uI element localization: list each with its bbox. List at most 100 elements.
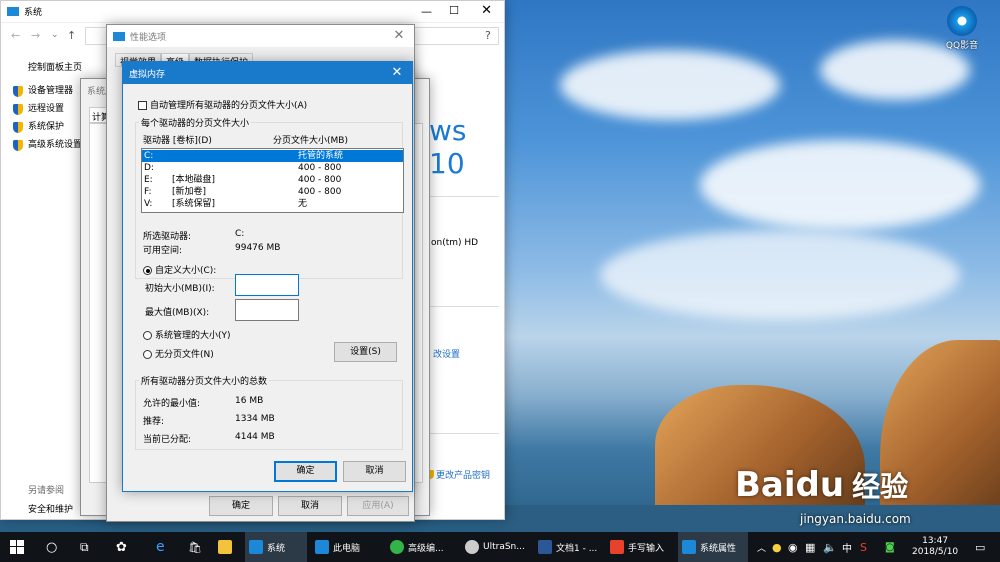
shield-icon [13, 139, 23, 151]
sea [500, 505, 1000, 532]
nav-back-icon[interactable]: ← [11, 29, 20, 42]
taskbar-app-this-pc[interactable]: 此电脑 [315, 532, 385, 562]
radio-dot[interactable] [143, 266, 152, 275]
taskbar-app-advanced[interactable]: 高级编... [390, 532, 458, 562]
nav-history-icon[interactable]: ⌄ [51, 30, 59, 40]
taskbar-app-word[interactable]: 文档1 - ... [538, 532, 606, 562]
link-advanced-settings[interactable]: 高级系统设置 [13, 137, 82, 153]
app-icon [390, 540, 404, 554]
initial-size-label: 初始大小(MB)(I): [145, 284, 215, 294]
qq-player-icon [947, 6, 977, 36]
clock-time: 13:47 [922, 536, 949, 546]
help-icon[interactable]: ? [485, 29, 491, 42]
no-paging-radio[interactable]: 无分页文件(N) [143, 347, 214, 360]
drive-row-v[interactable]: V: [系统保留] 无 [142, 198, 403, 210]
computer-icon [315, 540, 329, 554]
close-button[interactable]: ✕ [481, 3, 492, 18]
cancel-button[interactable]: 取消 [278, 496, 342, 516]
virtual-memory-dialog[interactable]: 虚拟内存 ✕ 自动管理所有驱动器的分页文件大小(A) 每个驱动器的分页文件大小 … [122, 61, 413, 492]
clock[interactable]: 13:47 2018/5/10 [912, 532, 958, 562]
control-panel-home-link[interactable]: 控制面板主页 [28, 60, 82, 73]
nav-up-icon[interactable]: ↑ [67, 29, 76, 42]
close-button[interactable]: ✕ [384, 25, 414, 47]
cloud [560, 50, 780, 120]
min-allowed-value: 16 MB [235, 396, 264, 406]
taskbar-app-system[interactable]: 系统 [245, 532, 307, 562]
set-button[interactable]: 设置(S) [334, 342, 397, 362]
tray-green-icon[interactable]: ◙ [885, 532, 895, 562]
cloud [600, 230, 960, 320]
col-header-size: 分页文件大小(MB) [273, 136, 348, 146]
link-system-protection[interactable]: 系统保护 [13, 119, 64, 135]
tray-qq-icon[interactable]: ◉ [788, 532, 798, 562]
checkbox-box[interactable] [138, 101, 147, 110]
auto-manage-checkbox[interactable]: 自动管理所有驱动器的分页文件大小(A) [138, 98, 307, 111]
titlebar[interactable]: 系统 — ☐ ✕ [1, 1, 504, 23]
sogou-icon [610, 540, 624, 554]
max-size-input[interactable] [235, 299, 299, 321]
change-settings-link[interactable]: 改设置 [433, 347, 460, 360]
computer-icon [249, 540, 263, 554]
taskbar-app-ultrasnap[interactable]: UltraSn... [465, 532, 533, 562]
max-size-label: 最大值(MB)(X): [145, 308, 210, 318]
close-button[interactable]: ✕ [382, 62, 412, 84]
start-button[interactable] [10, 532, 24, 562]
taskbar: ○ ⧉ ✿ e 🛍 系统 此电脑 高级编... UltraSn... 文档1 -… [0, 532, 1000, 562]
taskbar-app-handwriting[interactable]: 手写输入 [610, 532, 672, 562]
link-device-manager[interactable]: 设备管理器 [13, 83, 73, 99]
computer-icon [7, 7, 19, 16]
link-remote-settings[interactable]: 远程设置 [13, 101, 64, 117]
desktop-icon-qq[interactable]: QQ影音 [940, 6, 984, 51]
group-title: 每个驱动器的分页文件大小 [139, 116, 252, 129]
store-icon[interactable]: 🛍 [188, 532, 202, 562]
selected-drive-value: C: [235, 229, 245, 239]
tray-overflow-icon[interactable]: ︿ [757, 532, 766, 562]
windows-brand: ws 10 [429, 114, 467, 180]
change-key-link[interactable]: 更改产品密钥 [426, 468, 490, 481]
network-icon[interactable]: ▦ [805, 532, 815, 562]
volume-icon[interactable]: 🔈 [823, 532, 837, 562]
nav-forward-icon[interactable]: → [31, 29, 40, 42]
see-also-label: 另请参阅 [28, 486, 65, 496]
drive-row-e[interactable]: E: [本地磁盘] 400 - 800 [142, 174, 403, 186]
tray-app-icon[interactable]: ● [772, 532, 782, 562]
security-maintenance-link[interactable]: 安全和维护 [28, 502, 73, 515]
drive-row-c[interactable]: C: 托管的系统 [142, 150, 403, 162]
drive-row-f[interactable]: F: [新加卷] 400 - 800 [142, 186, 403, 198]
computer-icon [113, 31, 125, 41]
custom-size-radio[interactable]: 自定义大小(C): [143, 263, 216, 276]
clock-date: 2018/5/10 [912, 547, 959, 557]
edge-icon[interactable]: e [156, 532, 165, 562]
cancel-button[interactable]: 取消 [343, 461, 406, 482]
taskbar-app-sysprops[interactable]: 系统属性 [678, 532, 748, 562]
explorer-icon[interactable] [218, 532, 236, 562]
notification-icon[interactable]: ▭ [975, 532, 985, 562]
selected-drive-label: 所选驱动器: [143, 232, 192, 242]
sogou-tray-icon[interactable]: S [860, 532, 867, 562]
radio-dot[interactable] [143, 331, 152, 340]
task-view-icon[interactable]: ⧉ [80, 532, 89, 562]
titlebar[interactable]: 虚拟内存 ✕ [123, 62, 412, 84]
apply-button[interactable]: 应用(A) [347, 496, 409, 516]
camera-icon [465, 540, 479, 554]
minimize-button[interactable]: — [421, 5, 432, 18]
search-icon[interactable]: ○ [46, 532, 57, 562]
ok-button[interactable]: 确定 [274, 461, 337, 482]
word-icon [538, 540, 552, 554]
initial-size-input[interactable] [235, 274, 299, 296]
cpu-text: on(tm) HD [431, 238, 479, 248]
shield-icon [13, 103, 23, 115]
system-managed-radio[interactable]: 系统管理的大小(Y) [143, 328, 231, 341]
ok-button[interactable]: 确定 [209, 496, 273, 516]
dialog-title: 虚拟内存 [129, 69, 166, 80]
radio-dot[interactable] [143, 350, 152, 359]
drive-listbox[interactable]: C: 托管的系统 D: 400 - 800 E: [本地磁盘] 400 - 800 F:… [141, 148, 404, 213]
current-allocated-label: 当前已分配: [143, 435, 192, 445]
input-language[interactable]: 中 [842, 532, 852, 562]
cloud [700, 140, 980, 230]
pinwheel-app-icon[interactable]: ✿ [116, 532, 127, 562]
free-space-label: 可用空间: [143, 246, 183, 256]
titlebar[interactable]: 性能选项 ✕ [107, 25, 414, 47]
maximize-button[interactable]: ☐ [449, 4, 459, 17]
drive-row-d[interactable]: D: 400 - 800 [142, 162, 403, 174]
